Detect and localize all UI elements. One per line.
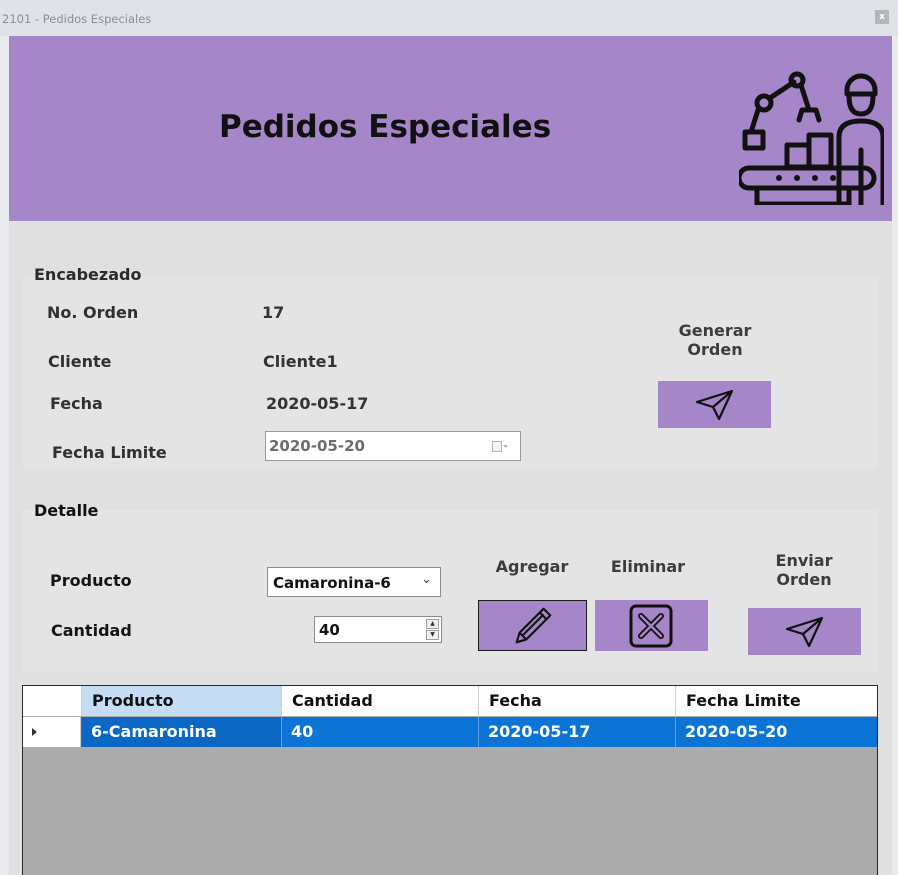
date-value: 2020-05-17	[266, 394, 369, 413]
delete-button[interactable]	[595, 600, 708, 651]
quantity-stepper[interactable]: 40 ▲ ▼	[314, 616, 442, 643]
client-value: Cliente1	[263, 352, 338, 371]
chevron-down-icon[interactable]: ⌄	[421, 572, 432, 587]
table-row[interactable]: 6-Camaronina 40 2020-05-17 2020-05-20	[23, 717, 877, 747]
close-box-icon	[629, 604, 673, 648]
send-order-button[interactable]	[748, 608, 861, 655]
product-combobox-value: Camaronina-6	[273, 574, 391, 592]
generate-order-button[interactable]	[658, 381, 771, 428]
send-order-caption-line1: Enviar	[775, 551, 833, 570]
cell-fecha[interactable]: 2020-05-17	[479, 717, 676, 747]
stepper-up-icon[interactable]: ▲	[426, 619, 439, 629]
deadline-date-value: 2020-05-20	[269, 437, 365, 455]
window-title: 2101 - Pedidos Especiales	[2, 12, 152, 26]
window-frame-right	[892, 36, 898, 875]
date-label: Fecha	[50, 394, 103, 413]
generate-order-caption: Generar Orden	[659, 321, 771, 359]
delete-caption: Eliminar	[610, 557, 686, 576]
deadline-label: Fecha Limite	[52, 443, 167, 462]
window-frame-left	[0, 36, 9, 875]
deadline-date-picker[interactable]: 2020-05-20	[265, 431, 521, 461]
title-bar: 2101 - Pedidos Especiales x	[0, 0, 898, 36]
current-row-icon	[32, 728, 37, 736]
page-title: Pedidos Especiales	[219, 109, 552, 145]
send-order-caption-line2: Orden	[776, 570, 832, 589]
paper-plane-icon	[695, 389, 734, 421]
factory-assembly-line-icon	[739, 71, 884, 205]
generate-order-caption-line2: Orden	[687, 340, 743, 359]
cell-producto[interactable]: 6-Camaronina	[82, 717, 282, 747]
close-button[interactable]: x	[875, 10, 889, 24]
column-header-producto[interactable]: Producto	[82, 686, 282, 716]
add-button[interactable]	[478, 600, 587, 651]
generate-order-caption-line1: Generar	[678, 321, 752, 340]
quantity-stepper-value: 40	[319, 621, 340, 639]
product-label: Producto	[50, 571, 132, 590]
cell-cantidad[interactable]: 40	[282, 717, 479, 747]
client-label: Cliente	[48, 352, 112, 371]
header-banner: Pedidos Especiales	[9, 36, 892, 221]
pencil-icon	[515, 607, 552, 644]
header-group-title: Encabezado	[34, 265, 142, 284]
calendar-dropdown-icon[interactable]	[492, 440, 508, 453]
order-lines-grid[interactable]: Producto Cantidad Fecha Fecha Limite 6-C…	[22, 685, 878, 875]
grid-header-row: Producto Cantidad Fecha Fecha Limite	[23, 686, 877, 716]
quantity-stepper-buttons: ▲ ▼	[426, 619, 439, 640]
form-client-area: Pedidos Especiales Encabezado No. Orden …	[9, 36, 892, 875]
column-header-fecha[interactable]: Fecha	[479, 686, 676, 716]
order-number-label: No. Orden	[47, 303, 139, 322]
detail-group-title: Detalle	[34, 501, 99, 520]
paper-plane-icon	[785, 616, 824, 648]
grid-corner-header	[23, 686, 82, 716]
cell-fecha-limite[interactable]: 2020-05-20	[676, 717, 877, 747]
column-header-fecha-limite[interactable]: Fecha Limite	[676, 686, 877, 716]
column-header-cantidad[interactable]: Cantidad	[282, 686, 479, 716]
product-combobox[interactable]: Camaronina-6 ⌄	[267, 567, 441, 597]
send-order-caption: Enviar Orden	[748, 551, 860, 589]
order-number-value: 17	[262, 303, 285, 322]
stepper-down-icon[interactable]: ▼	[426, 630, 439, 640]
quantity-label: Cantidad	[51, 621, 132, 640]
row-header[interactable]	[23, 717, 81, 747]
add-caption: Agregar	[495, 557, 569, 576]
